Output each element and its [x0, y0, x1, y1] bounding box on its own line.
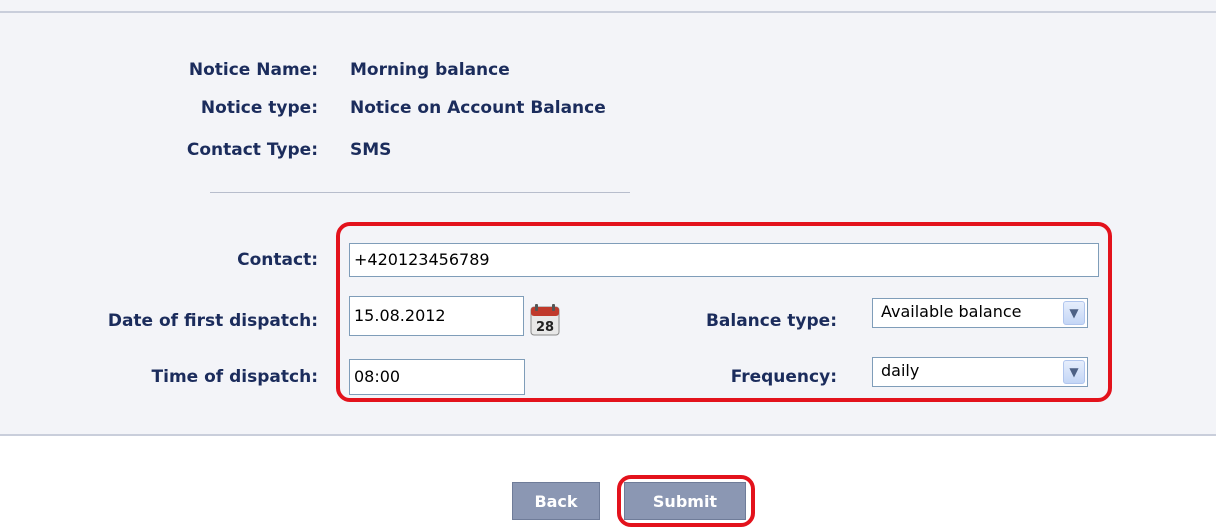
form-highlight — [336, 222, 1112, 402]
divider — [210, 192, 630, 193]
contact-type-label: Contact Type: — [186, 140, 318, 160]
time-label: Time of dispatch: — [151, 367, 318, 387]
back-button[interactable]: Back — [512, 482, 600, 520]
date-label: Date of first dispatch: — [107, 311, 318, 331]
top-rule — [0, 0, 1216, 13]
contact-type-value: SMS — [350, 140, 392, 160]
notice-name-value: Morning balance — [350, 60, 510, 80]
notice-type-label: Notice type: — [200, 98, 318, 118]
contact-label: Contact: — [237, 250, 318, 270]
submit-highlight — [617, 475, 755, 527]
notice-name-label: Notice Name: — [188, 60, 318, 80]
notice-type-value: Notice on Account Balance — [350, 98, 606, 118]
